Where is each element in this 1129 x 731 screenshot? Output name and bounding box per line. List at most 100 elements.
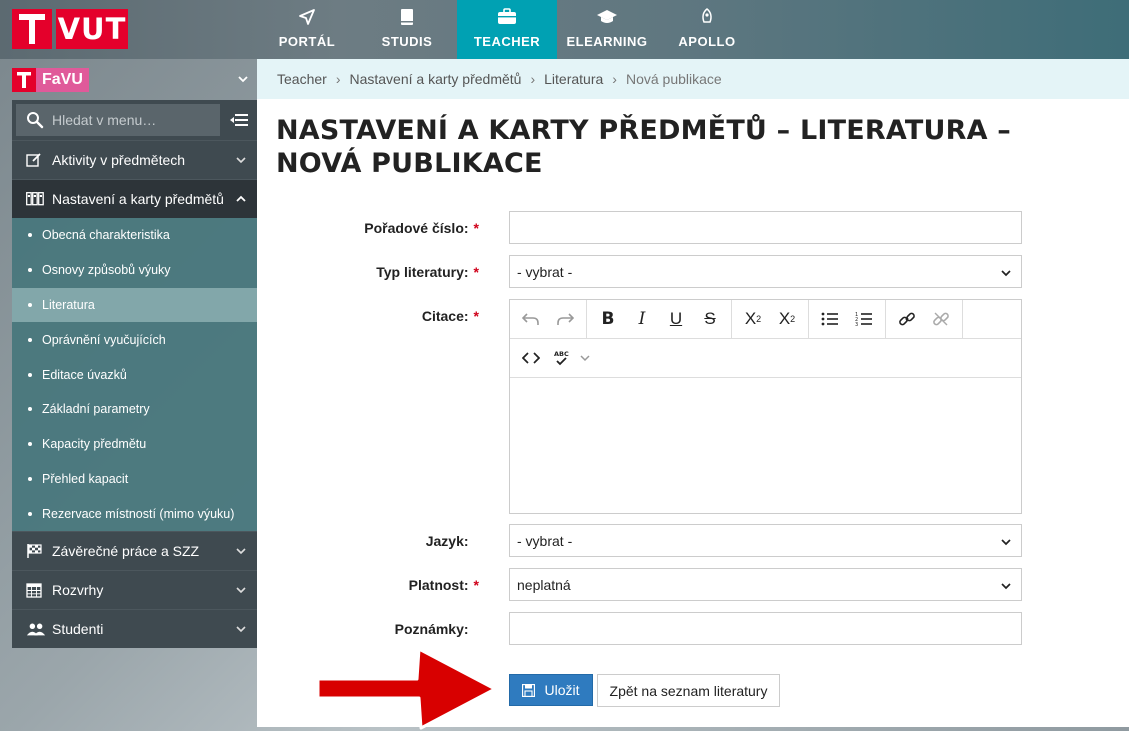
sidebar-item-zaverecne-prace[interactable]: Závěrečné práce a SZZ	[12, 531, 257, 571]
vut-logo-text: VUT	[56, 9, 128, 49]
jazyk-label: Jazyk:*	[426, 533, 479, 549]
menu-search-input[interactable]: Hledat v menu…	[16, 104, 220, 136]
source-code-icon[interactable]	[514, 341, 548, 375]
favu-badge: FaVU	[12, 68, 89, 92]
breadcrumb-nastaveni[interactable]: Nastavení a karty předmětů	[349, 71, 521, 87]
bullet	[28, 442, 32, 447]
save-label: Uložit	[544, 682, 580, 698]
sidebar: Hledat v menu… Aktivity v předmětech Nas…	[12, 100, 257, 649]
calendar-icon	[26, 582, 46, 598]
italic-icon[interactable]: I	[625, 302, 659, 336]
bold-icon[interactable]: B	[591, 302, 625, 336]
chevron-down-icon[interactable]	[237, 73, 249, 85]
submenu-opravneni[interactable]: Oprávnění vyučujících	[12, 322, 257, 357]
navigation-arrow-icon	[299, 9, 315, 25]
graduation-cap-icon	[597, 10, 617, 23]
toolbar-group-link	[886, 300, 963, 338]
citace-rich-text-editor: B I U S X2 X2 123 ABC	[509, 299, 1022, 514]
vut-logo[interactable]: VUT	[12, 9, 128, 49]
submenu-literatura[interactable]: Literatura	[12, 287, 257, 323]
submenu-kapacity-predmetu[interactable]: Kapacity předmětu	[12, 427, 257, 462]
required-marker: *	[473, 220, 479, 236]
submenu-osnovy[interactable]: Osnovy způsobů výuky	[12, 253, 257, 288]
tab-elearning[interactable]: ELEARNING	[557, 0, 657, 59]
breadcrumb-current: Nová publikace	[625, 71, 722, 87]
sidebar-item-nastaveni[interactable]: Nastavení a karty předmětů	[12, 179, 257, 218]
chevron-down-icon	[1001, 583, 1011, 590]
spellcheck-icon[interactable]: ABC	[548, 341, 576, 375]
breadcrumb-teacher[interactable]: Teacher	[277, 71, 327, 87]
bullet	[28, 268, 32, 273]
poznamky-input[interactable]	[509, 612, 1022, 645]
svg-text:3: 3	[855, 322, 858, 327]
chevron-down-icon	[236, 626, 246, 633]
submenu-label: Základní parametry	[42, 402, 150, 417]
briefcase-icon	[498, 8, 516, 24]
redo-icon[interactable]	[548, 302, 582, 336]
spellcheck-dropdown-icon[interactable]	[576, 341, 594, 375]
platnost-select[interactable]: neplatná	[509, 568, 1022, 601]
users-icon	[26, 621, 46, 637]
subscript-icon[interactable]: X2	[770, 302, 804, 336]
numbered-list-icon[interactable]: 123	[847, 302, 881, 336]
sidebar-item-aktivity[interactable]: Aktivity v předmětech	[12, 140, 257, 179]
superscript-icon[interactable]: X2	[736, 302, 770, 336]
main-nav: PORTÁL STUDIS TEACHER ELEARNING APOLLO	[257, 0, 757, 59]
underline-icon[interactable]: U	[659, 302, 693, 336]
bullet-list-icon[interactable]	[813, 302, 847, 336]
editor-toolbar: B I U S X2 X2 123	[510, 300, 1021, 339]
sidebar-item-rozvrhy[interactable]: Rozvrhy	[12, 570, 257, 610]
sidebar-item-studenti[interactable]: Studenti	[12, 609, 257, 649]
sidebar-search-row: Hledat v menu…	[12, 100, 257, 140]
citace-editor-body[interactable]	[510, 378, 1021, 513]
poznamky-label: Poznámky:*	[395, 621, 479, 637]
label-text: Poznámky:	[394, 621, 469, 637]
main-content: NASTAVENÍ A KARTY PŘEDMĚTŮ – LITERATURA …	[257, 99, 1129, 727]
undo-icon[interactable]	[514, 302, 548, 336]
link-icon[interactable]	[890, 302, 924, 336]
tab-teacher[interactable]: TEACHER	[457, 0, 557, 59]
tab-portal[interactable]: PORTÁL	[257, 0, 357, 59]
back-to-list-button[interactable]: Zpět na seznam literatury	[597, 674, 780, 707]
submenu-label: Rezervace místností (mimo výuku)	[42, 506, 235, 521]
sidebar-item-label: Závěrečné práce a SZZ	[52, 543, 200, 560]
breadcrumb-separator-icon: ›	[612, 71, 617, 87]
submenu-label: Přehled kapacit	[42, 471, 129, 486]
unlink-icon[interactable]	[924, 302, 958, 336]
poradove-cislo-input[interactable]	[509, 211, 1022, 244]
tab-teacher-label: TEACHER	[473, 34, 541, 49]
sidebar-item-label: Studenti	[52, 621, 104, 638]
tab-studis[interactable]: STUDIS	[357, 0, 457, 59]
select-value: - vybrat -	[517, 263, 573, 280]
page-title: NASTAVENÍ A KARTY PŘEDMĚTŮ – LITERATURA …	[276, 115, 1011, 179]
submenu-zakladni-parametry[interactable]: Základní parametry	[12, 392, 257, 427]
chevron-down-icon	[1001, 539, 1011, 546]
vut-t-icon	[12, 9, 52, 49]
save-button[interactable]: Uložit	[509, 674, 593, 706]
toolbar-group-lists: 123	[809, 300, 886, 338]
breadcrumb-literatura[interactable]: Literatura	[544, 71, 603, 87]
jazyk-select[interactable]: - vybrat -	[509, 524, 1022, 557]
toolbar-group-script: X2 X2	[732, 300, 809, 338]
label-text: Pořadové číslo:	[364, 220, 469, 236]
submenu-label: Literatura	[42, 297, 95, 312]
submenu-rezervace-mistnosti[interactable]: Rezervace místností (mimo výuku)	[12, 496, 257, 531]
submenu-editace-uvazku[interactable]: Editace úvazků	[12, 357, 257, 392]
faculty-selector[interactable]: FaVU	[12, 68, 257, 92]
submenu-obecna-charakteristika[interactable]: Obecná charakteristika	[12, 218, 257, 253]
edit-icon	[26, 152, 46, 168]
submenu-label: Kapacity předmětu	[42, 437, 147, 452]
typ-literatury-select[interactable]: - vybrat -	[509, 255, 1022, 288]
required-marker: *	[473, 308, 479, 324]
citace-label: Citace: *	[422, 308, 479, 324]
submenu-prehled-kapacit[interactable]: Přehled kapacit	[12, 462, 257, 497]
tab-studis-label: STUDIS	[381, 34, 433, 49]
poradove-cislo-label: Pořadové číslo: *	[364, 220, 479, 236]
label-text: Citace:	[421, 308, 469, 324]
search-placeholder: Hledat v menu…	[52, 112, 157, 128]
tab-apollo[interactable]: APOLLO	[657, 0, 757, 59]
strikethrough-icon[interactable]: S	[693, 302, 727, 336]
chevron-down-icon	[1001, 270, 1011, 277]
breadcrumb-separator-icon: ›	[530, 71, 536, 87]
menu-collapse-icon[interactable]	[230, 112, 248, 128]
